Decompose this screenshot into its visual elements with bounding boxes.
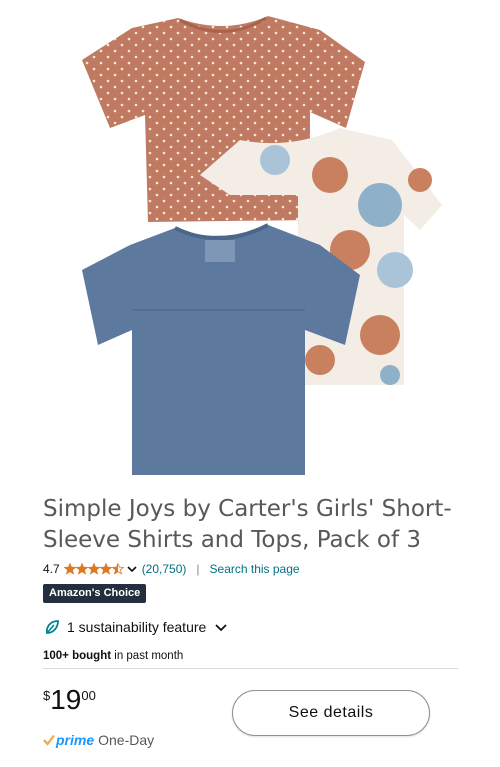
prime-logo-text: prime [56, 732, 95, 748]
divider [43, 668, 458, 669]
star-rating[interactable] [63, 563, 138, 575]
price: $ 19 00 [43, 684, 96, 716]
sustainability-label: 1 sustainability feature [67, 619, 207, 635]
amazons-choice-badge: Amazon's Choice [43, 584, 147, 603]
chevron-down-icon [215, 624, 227, 632]
rating-value: 4.7 [43, 562, 60, 576]
star-icon [63, 563, 124, 575]
rating-row: 4.7 (20,750) | Search this page [43, 561, 300, 577]
bought-in-past-month: 100+ bought in past month [43, 650, 183, 662]
sustainability-row[interactable]: 1 sustainability feature [43, 618, 228, 636]
chevron-down-icon [127, 566, 137, 573]
prime-delivery: prime One-Day [43, 732, 154, 748]
bought-count: 100+ bought [43, 650, 112, 662]
prime-check-icon [43, 734, 55, 746]
separator: | [196, 562, 200, 576]
price-currency: $ [43, 688, 51, 703]
see-details-button[interactable]: See details [232, 690, 430, 736]
bought-suffix: in past month [111, 650, 184, 662]
delivery-speed: One-Day [98, 732, 155, 748]
price-fraction: 00 [81, 688, 96, 703]
search-this-page-link[interactable]: Search this page [210, 562, 300, 576]
review-count-link[interactable]: (20,750) [142, 562, 187, 576]
price-whole: 19 [50, 684, 82, 715]
leaf-icon [45, 620, 59, 634]
product-image[interactable] [0, 0, 500, 485]
product-image-shirts [82, 16, 442, 475]
product-title[interactable]: Simple Joys by Carter's Girls' Short-Sle… [43, 494, 463, 556]
